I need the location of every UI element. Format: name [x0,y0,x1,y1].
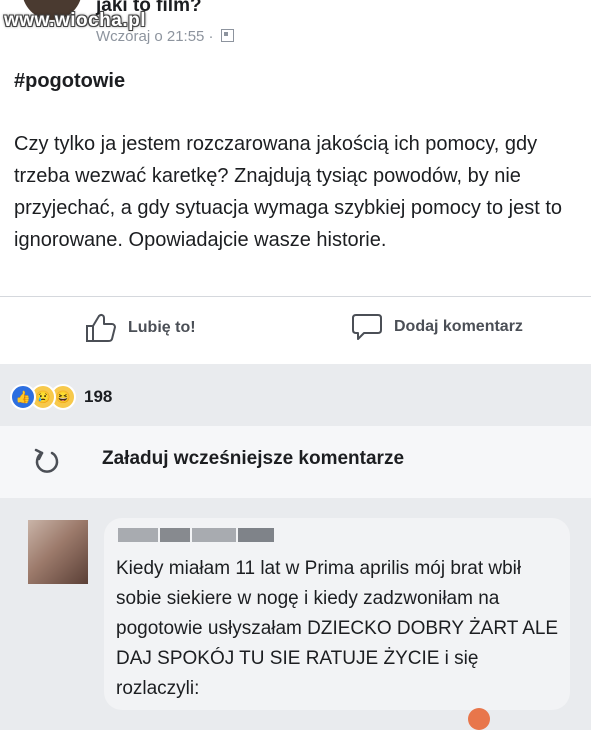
redaction-block [192,528,236,542]
comment-button[interactable]: Dodaj komentarz [350,312,523,342]
post-hashtag[interactable]: #pogotowie [14,70,125,93]
reaction-count: 198 [84,387,113,406]
divider [0,296,591,297]
audience-icon[interactable] [220,29,234,42]
redaction-block [118,528,158,542]
watermark: www.wiocha.pl [4,10,146,31]
comment-text: Kiedy miałam 11 lat w Prima aprilis mój … [116,558,559,699]
like-icon: 👍 [10,384,36,410]
comment-icon [352,314,382,340]
post-body: Czy tylko ja jestem rozczarowana jakości… [14,133,563,251]
commenter-avatar[interactable] [28,520,88,584]
reactions-summary[interactable]: 👍 😢 😆 198 [10,384,112,410]
post-card: jaki to film? Wczoraj o 21:55 · #pogotow… [0,0,591,364]
redaction-block [160,528,190,542]
thumbs-up-icon [86,313,116,342]
like-label: Lubię to! [128,319,196,336]
redaction-block [238,528,274,542]
comment-bubble: Kiedy miałam 11 lat w Prima aprilis mój … [104,518,570,710]
like-button[interactable]: Lubię to! [84,312,196,344]
comment-label: Dodaj komentarz [394,318,523,335]
load-more-label: Załaduj wcześniejsze komentarze [102,448,405,469]
reload-icon [34,448,59,473]
commenter-name-redacted[interactable] [118,528,274,542]
load-more-comments[interactable]: Załaduj wcześniejsze komentarze [0,426,591,498]
reaction-icon [468,708,490,730]
